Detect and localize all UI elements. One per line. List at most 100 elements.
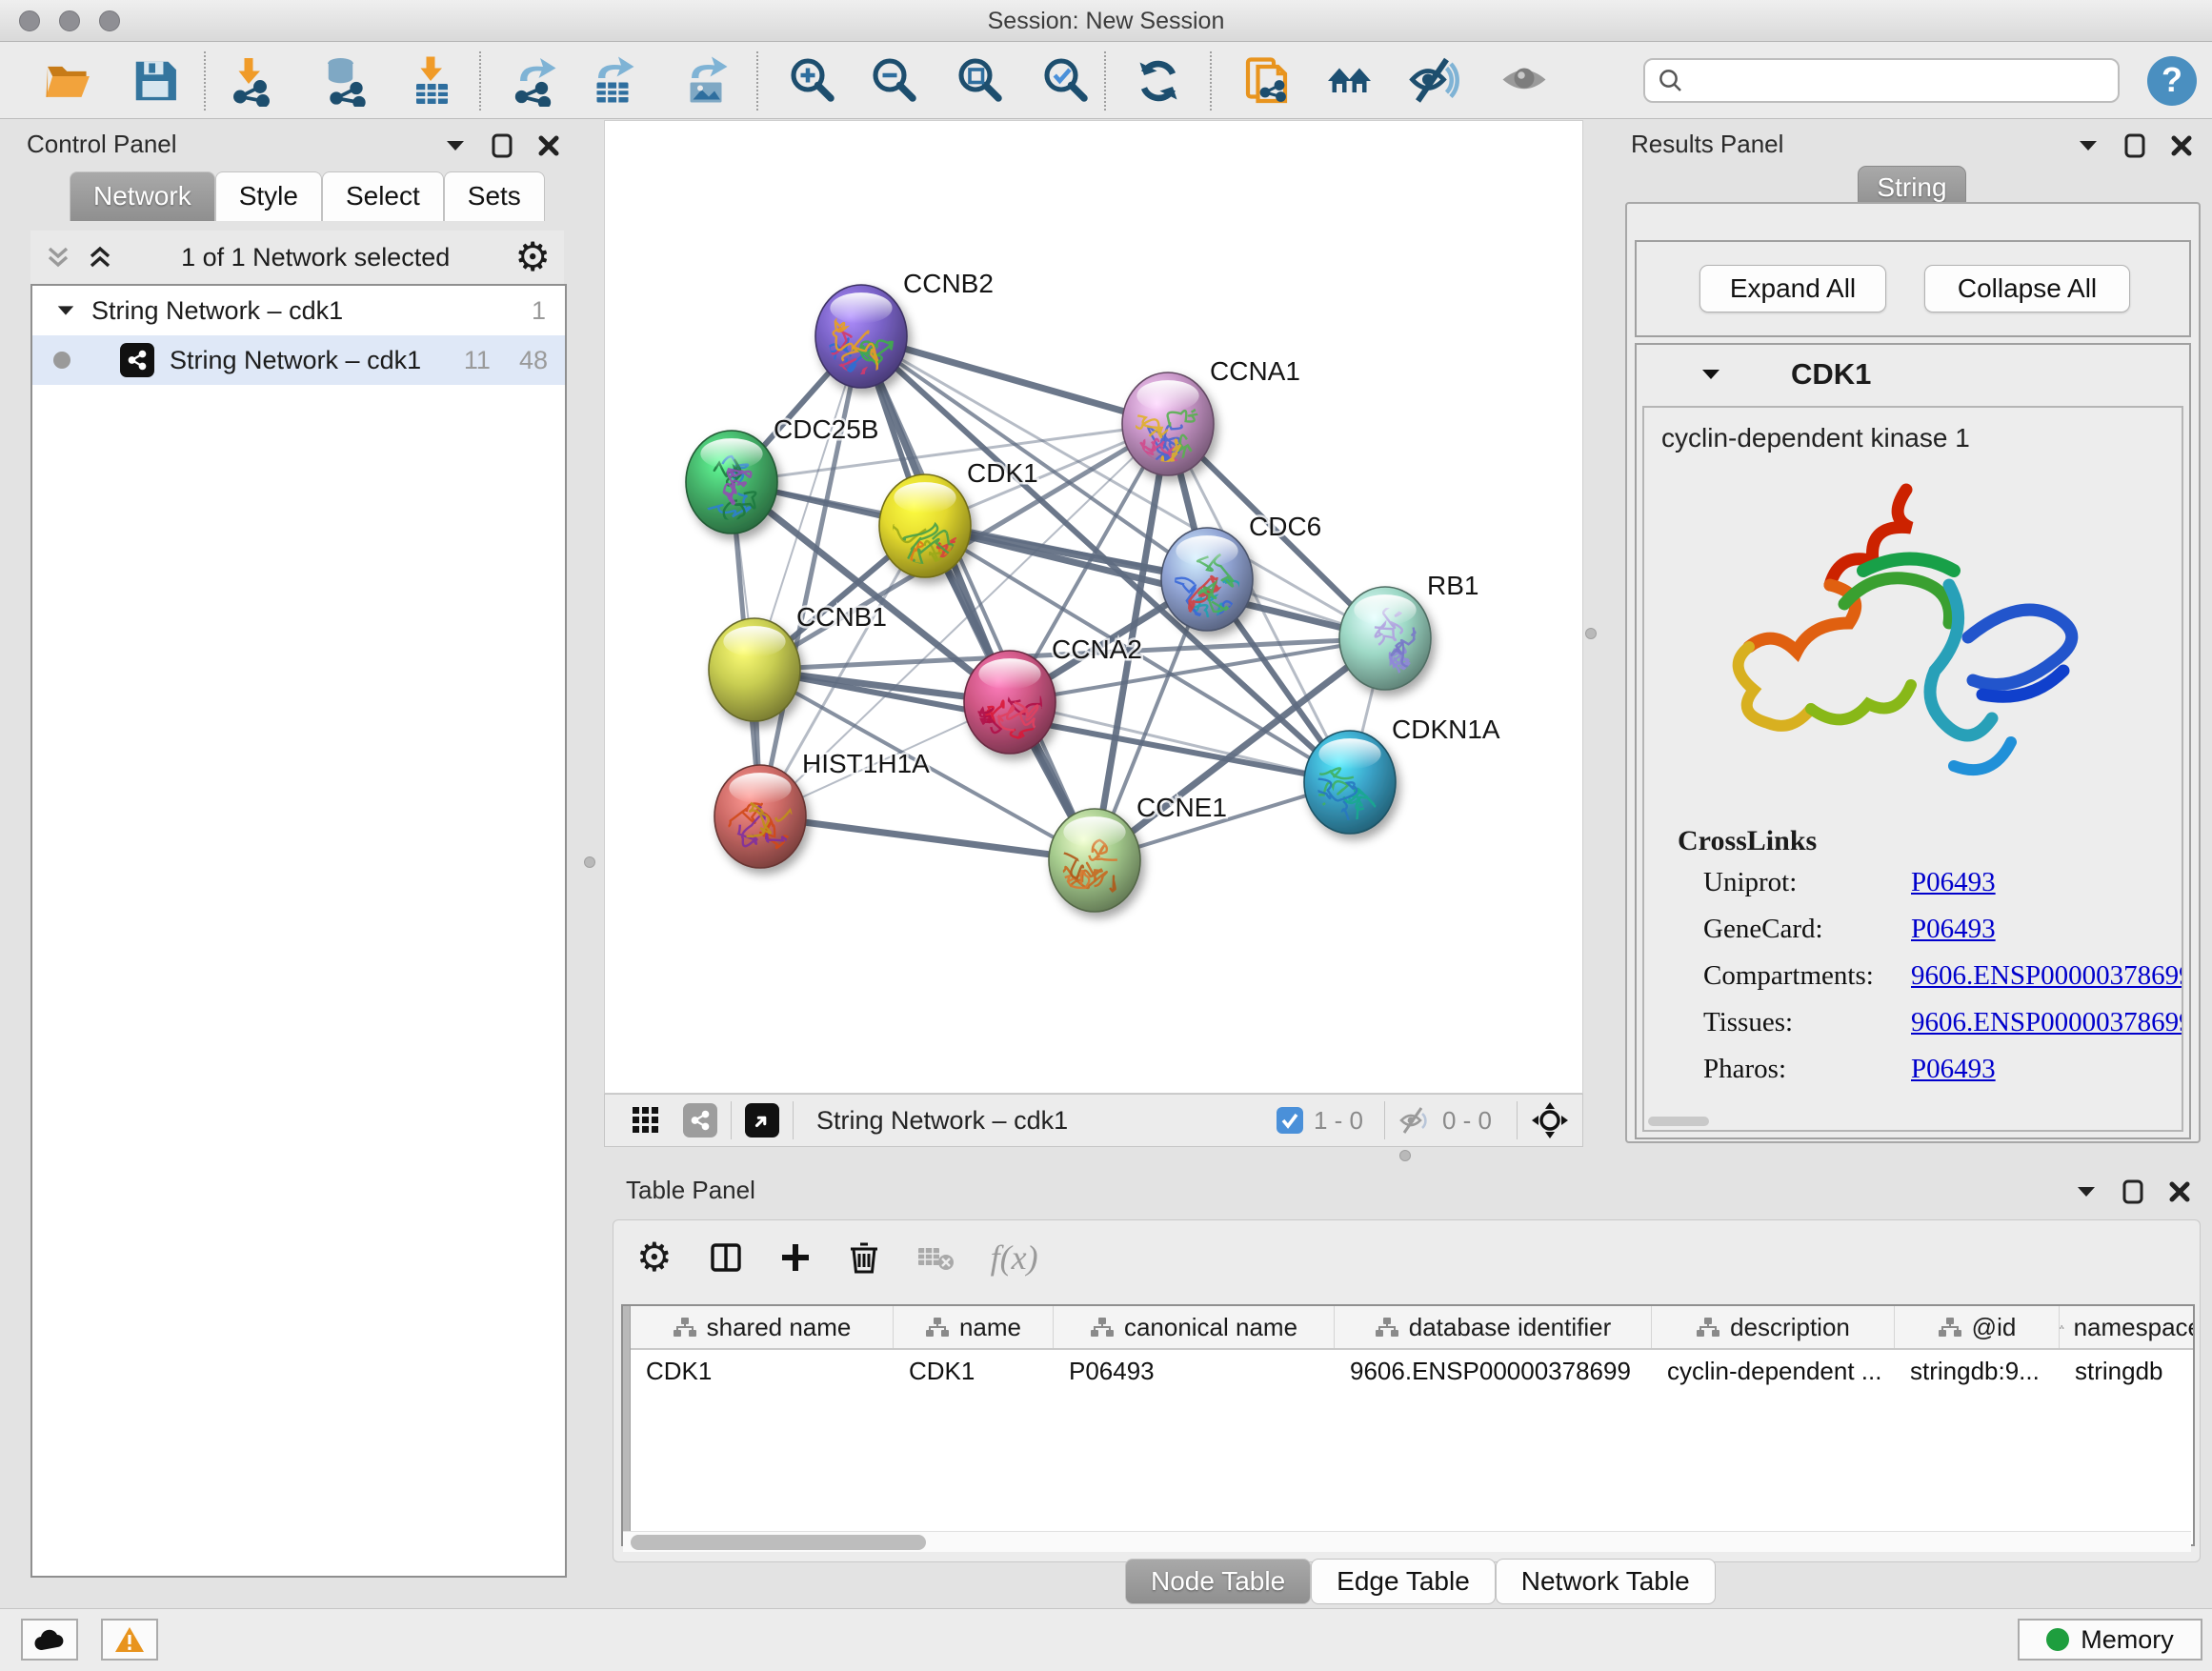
expand-all-button[interactable]: Expand All [1699,265,1886,312]
zoom-fit-button[interactable] [954,53,1009,109]
network-node-CDC25B[interactable] [686,431,777,534]
network-graph[interactable]: CCNB2CCNA1CDC25BCDK1CDC6RB1CCNB1CCNA2CDK… [605,121,1582,1093]
panel-close-icon[interactable] [2170,134,2193,157]
network-share-view-icon[interactable] [683,1103,717,1137]
hidden-eye-icon[interactable] [1398,1106,1435,1135]
results-horizontal-scrollbar[interactable] [1648,1117,1709,1126]
function-builder-icon[interactable]: f(x) [991,1238,1038,1278]
panel-float-icon[interactable] [492,133,513,158]
network-label: String Network – cdk1 [170,346,421,375]
birdseye-view-icon[interactable] [745,1103,779,1137]
cloud-status-button[interactable] [21,1619,78,1661]
crosslink-link[interactable]: 9606.ENSP00000378699 [1911,1007,2183,1054]
left-splitter-handle[interactable] [584,856,595,868]
import-network-file-button[interactable] [224,53,279,109]
save-session-button[interactable] [128,53,183,109]
crosslink-label: GeneCard: [1703,914,1911,960]
table-horizontal-scrollbar[interactable] [623,1531,2191,1552]
selected-checkbox-icon[interactable] [1276,1106,1304,1135]
crosslink-link[interactable]: P06493 [1911,914,1996,960]
main-toolbar: ? [0,42,2212,119]
import-network-database-button[interactable] [317,53,372,109]
section-collapse-icon[interactable] [1699,366,1722,383]
panel-menu-icon[interactable] [2075,1183,2098,1200]
export-table-button[interactable] [585,53,640,109]
node-label-CCNA1: CCNA1 [1210,356,1300,386]
network-collection-row[interactable]: String Network – cdk1 1 [32,286,565,335]
right-splitter-handle[interactable] [1585,628,1597,639]
collapse-all-networks-icon[interactable] [84,243,116,272]
table-rows: CDK1CDK1P064939606.ENSP00000378699cyclin… [631,1350,2193,1392]
bottom-splitter-handle[interactable] [1399,1150,1411,1161]
column-header-shared-name[interactable]: shared name [631,1306,894,1348]
tab-sets[interactable]: Sets [444,171,545,221]
panel-float-icon[interactable] [2124,133,2145,158]
scrollbar-thumb[interactable] [631,1535,926,1550]
network-edge[interactable] [861,336,1095,860]
crosslink-link[interactable]: P06493 [1911,867,1996,914]
network-node-CCNE1[interactable] [1035,809,1146,912]
search-field[interactable] [1685,66,2118,95]
tree-expander-icon[interactable] [55,302,76,319]
refresh-button[interactable] [1131,53,1186,109]
network-node-CDC6[interactable] [1161,528,1257,631]
crosslink-link[interactable]: 9606.ENSP00000378699 [1911,960,2183,1007]
gene-section-header[interactable]: CDK1 [1637,345,2189,404]
network-options-gear-icon[interactable]: ⚙ [514,237,551,277]
search-input[interactable] [1643,58,2120,103]
table-cell: stringdb [2060,1350,2193,1392]
help-button[interactable]: ? [2147,56,2197,106]
tab-select[interactable]: Select [322,171,444,221]
network-edge[interactable] [760,816,1095,860]
export-network-button[interactable] [507,53,562,109]
warnings-button[interactable] [101,1619,158,1661]
import-table-file-button[interactable] [403,53,458,109]
add-column-icon[interactable] [779,1241,812,1274]
panel-menu-icon[interactable] [444,137,467,154]
zoom-out-button[interactable] [868,53,923,109]
export-image-button[interactable] [678,53,734,109]
crosslinks-list: Uniprot:P06493GeneCard:P06493Compartment… [1703,867,2183,1100]
network-node-HIST1H1A[interactable] [712,765,817,871]
zoom-selected-button[interactable] [1039,53,1095,109]
crosslink-link[interactable]: P06493 [1911,1054,1996,1100]
column-header-canonical-name[interactable]: canonical name [1054,1306,1335,1348]
tab-network-table[interactable]: Network Table [1496,1559,1716,1604]
grid-view-icon[interactable] [630,1104,662,1137]
network-node-RB1[interactable] [1339,587,1431,690]
tab-style[interactable]: Style [215,171,322,221]
delete-table-icon[interactable] [916,1242,955,1273]
collapse-all-button[interactable]: Collapse All [1924,265,2130,312]
delete-column-icon[interactable] [848,1240,880,1275]
panel-close-icon[interactable] [537,134,560,157]
network-canvas[interactable]: CCNB2CCNA1CDC25BCDK1CDC6RB1CCNB1CCNA2CDK… [604,120,1583,1094]
show-all-button[interactable] [1497,53,1552,109]
open-session-button[interactable] [41,53,96,109]
hide-selected-button[interactable] [1406,53,1461,109]
network-node-CCNB1[interactable] [709,618,800,721]
column-header-namespace[interactable]: namespace [2060,1306,2193,1348]
expand-all-networks-icon[interactable] [42,243,74,272]
network-node-CDKN1A[interactable] [1304,731,1396,839]
tab-node-table[interactable]: Node Table [1125,1559,1311,1604]
tab-network[interactable]: Network [70,171,215,221]
panel-float-icon[interactable] [2122,1179,2143,1204]
zoom-in-button[interactable] [786,53,841,109]
network-row[interactable]: String Network – cdk1 11 48 [32,335,565,385]
tab-edge-table[interactable]: Edge Table [1311,1559,1496,1604]
column-header-description[interactable]: description [1652,1306,1895,1348]
cybrowser-home-button[interactable] [1323,53,1378,109]
clone-network-button[interactable] [1240,53,1296,109]
network-node-CCNA1[interactable] [1122,372,1214,481]
panel-menu-icon[interactable] [2077,137,2100,154]
column-header-name[interactable]: name [894,1306,1054,1348]
show-columns-icon[interactable] [709,1240,743,1275]
column-header--id[interactable]: @id [1895,1306,2060,1348]
table-row[interactable]: CDK1CDK1P064939606.ENSP00000378699cyclin… [631,1350,2193,1392]
column-header-database-identifier[interactable]: database identifier [1335,1306,1652,1348]
panel-close-icon[interactable] [2168,1180,2191,1203]
memory-button[interactable]: Memory [2018,1619,2202,1661]
crosslinks-title: CrossLinks [1678,825,1817,857]
fit-content-crosshair-icon[interactable] [1531,1101,1569,1139]
table-options-gear-icon[interactable]: ⚙ [636,1238,673,1278]
